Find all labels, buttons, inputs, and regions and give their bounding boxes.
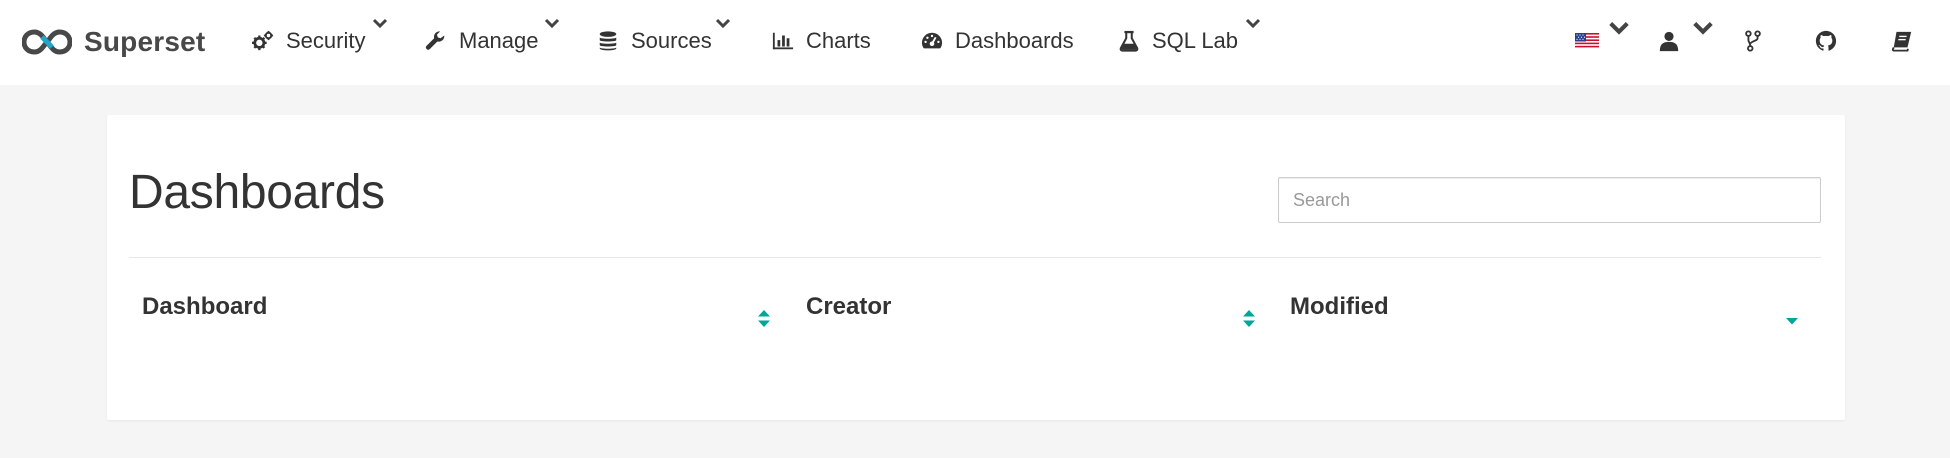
nav-manage-label: Manage bbox=[459, 28, 539, 53]
search-input[interactable] bbox=[1278, 177, 1821, 223]
user-menu[interactable] bbox=[1656, 22, 1713, 54]
github-icon bbox=[1815, 30, 1837, 51]
chevron-down-icon bbox=[1245, 18, 1261, 30]
brand-name: Superset bbox=[84, 26, 206, 57]
header-divider bbox=[129, 257, 1821, 258]
nav-charts[interactable]: Charts bbox=[772, 20, 871, 62]
github-link[interactable] bbox=[1813, 28, 1839, 54]
user-icon bbox=[1659, 31, 1679, 52]
chevron-down-icon bbox=[1692, 18, 1713, 35]
nav-sql-lab-label: SQL Lab bbox=[1152, 28, 1239, 53]
documentation-link[interactable] bbox=[1889, 28, 1915, 54]
chevron-down-icon bbox=[715, 18, 731, 30]
language-menu[interactable] bbox=[1572, 22, 1629, 54]
sort-both-icon[interactable] bbox=[1242, 308, 1256, 330]
nav-sql-lab[interactable]: SQL Lab bbox=[1118, 18, 1261, 62]
chevron-down-icon bbox=[372, 18, 388, 30]
version-info-link[interactable] bbox=[1740, 28, 1766, 54]
nav-sources-label: Sources bbox=[631, 28, 712, 53]
column-header-modified[interactable]: Modified bbox=[1290, 293, 1389, 321]
column-header-dashboard[interactable]: Dashboard bbox=[142, 293, 267, 321]
dashboards-panel: Dashboards Dashboard Creator Modified bbox=[107, 115, 1845, 420]
flask-icon bbox=[1118, 30, 1140, 52]
code-fork-icon bbox=[1745, 30, 1761, 52]
nav-sources[interactable]: Sources bbox=[597, 18, 731, 62]
dashboard-gauge-icon bbox=[921, 30, 943, 52]
book-icon bbox=[1891, 31, 1912, 52]
chevron-down-icon bbox=[544, 18, 560, 30]
brand-link[interactable]: Superset bbox=[22, 22, 205, 62]
gears-icon bbox=[252, 30, 274, 52]
top-navbar: Superset Security Manage Sources Charts … bbox=[0, 0, 1950, 85]
database-icon bbox=[597, 30, 619, 52]
nav-security[interactable]: Security bbox=[252, 18, 388, 62]
sort-both-icon[interactable] bbox=[757, 308, 771, 330]
wrench-icon bbox=[425, 30, 447, 52]
nav-charts-label: Charts bbox=[806, 28, 871, 53]
page-title: Dashboards bbox=[129, 166, 385, 219]
nav-manage[interactable]: Manage bbox=[425, 18, 560, 62]
nav-dashboards[interactable]: Dashboards bbox=[921, 20, 1074, 62]
bar-chart-icon bbox=[772, 30, 794, 52]
column-header-creator[interactable]: Creator bbox=[806, 293, 891, 321]
sort-desc-icon[interactable] bbox=[1785, 313, 1799, 335]
nav-dashboards-label: Dashboards bbox=[955, 28, 1074, 53]
us-flag-icon bbox=[1575, 33, 1599, 49]
nav-security-label: Security bbox=[286, 28, 366, 53]
superset-logo-icon bbox=[22, 29, 72, 55]
chevron-down-icon bbox=[1608, 18, 1629, 35]
